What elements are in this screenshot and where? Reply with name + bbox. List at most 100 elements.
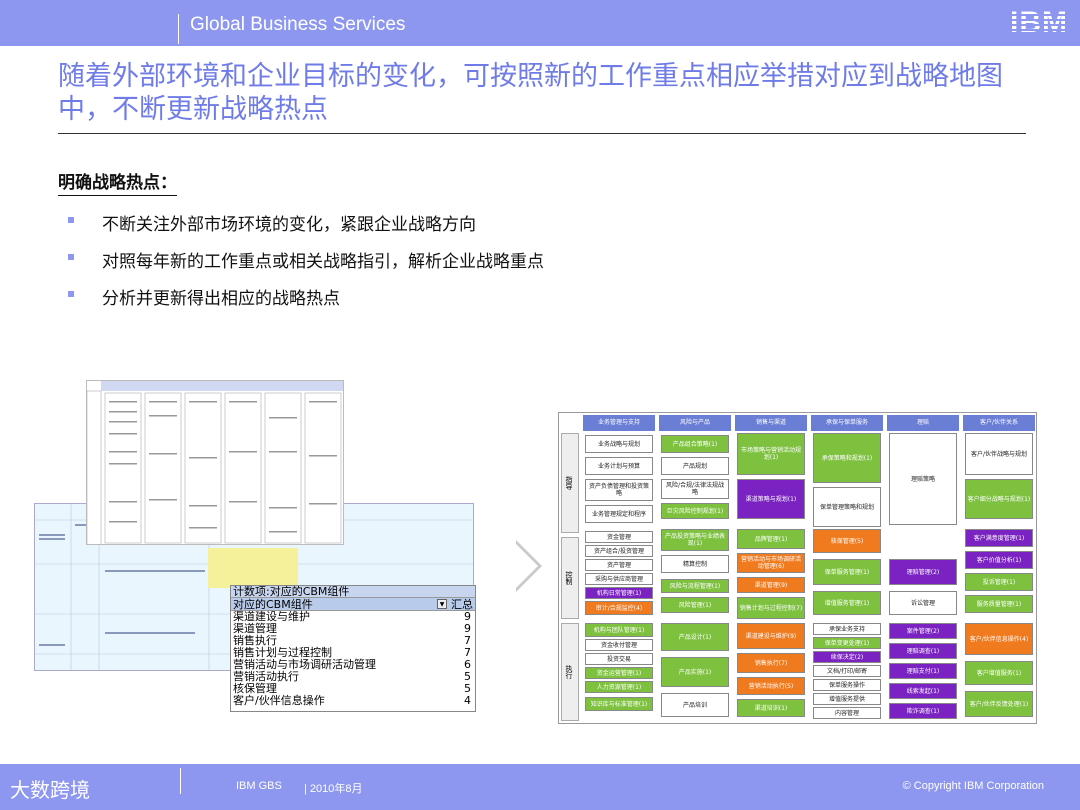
- map-cell: 核保管理(5): [813, 529, 881, 553]
- map-cell: 内容管理: [813, 707, 881, 719]
- map-cell: 产品规划: [661, 457, 729, 475]
- map-cell: 服务质量管理(1): [965, 595, 1033, 613]
- map-cell: 承保业务支持: [813, 623, 881, 635]
- spreadsheet-mini-grid: [87, 381, 343, 544]
- map-cell: 线索发起(1): [889, 683, 957, 699]
- pivot-header: 计数项:对应的CBM组件: [231, 586, 475, 598]
- map-cell: 风险与流程管理(1): [661, 579, 729, 593]
- footer-date: | 2010年8月: [304, 783, 363, 795]
- map-cell: 产品投资策略与业绩表现(1): [661, 529, 729, 551]
- map-cell: 欺诈调查(1): [889, 703, 957, 719]
- map-cell: 保单服务管理(1): [813, 559, 881, 585]
- strategy-map: 业务管理与支持 风险与产品 销售与渠道 承保与保单服务 理赔 客户/伙伴关系指导 控制 执行 业…: [558, 412, 1037, 724]
- footer-gbs: IBM GBS: [236, 780, 282, 792]
- map-cell: 业务管理规定和程序: [585, 505, 653, 523]
- map-cell: 产品设计(1): [661, 623, 729, 651]
- footer-divider: [180, 768, 181, 794]
- map-cell: 营销活动执行(5): [737, 677, 805, 695]
- bullet-item: 对照每年新的工作重点或相关战略指引，解析企业战略重点: [68, 247, 544, 284]
- map-cell: 资产管理: [585, 559, 653, 571]
- bullet-square-icon: [68, 291, 74, 297]
- pivot-table: 计数项:对应的CBM组件 对应的CBM组件 ▼ 汇总 渠道建设与维护 9 渠道管理…: [230, 585, 476, 712]
- map-cell: 保单管理策略和规划: [813, 487, 881, 527]
- map-cell: 风险管理(1): [661, 597, 729, 613]
- bullet-square-icon: [68, 217, 74, 223]
- map-row-label: 指导: [561, 433, 579, 533]
- map-cell: 增值服务提供: [813, 693, 881, 705]
- section-subhead: 明确战略热点：: [58, 168, 177, 196]
- map-cell: 客户/伙伴信息操作(4): [965, 623, 1033, 655]
- map-column-header: 理赔: [887, 415, 959, 431]
- map-cell: 审计/合规监控(4): [585, 601, 653, 615]
- bullet-item: 分析并更新得出相应的战略热点: [68, 284, 544, 321]
- map-column-header: 风险与产品: [659, 415, 731, 431]
- map-cell: 客户/伙伴反馈处理(1): [965, 691, 1033, 717]
- map-cell: 营销活动与市场调研活动管理(6): [737, 553, 805, 573]
- footer-bar: 大数跨境 IBM GBS | 2010年8月 © Copyright IBM C…: [0, 764, 1080, 810]
- map-cell: 资金收付管理: [585, 639, 653, 651]
- map-row-label: 控制: [561, 537, 579, 619]
- map-cell: 渠道策略与规划(1): [737, 479, 805, 519]
- map-cell: 业务计划与预算: [585, 457, 653, 475]
- map-cell: 理赔调查(1): [889, 643, 957, 659]
- map-cell: 机构与团队管理(1): [585, 623, 653, 637]
- brand-logo: 大数跨境: [10, 778, 90, 802]
- map-column-header: 业务管理与支持: [583, 415, 655, 431]
- chevron-right-icon-inner: [512, 540, 538, 592]
- map-cell: 理赔管理(2): [889, 559, 957, 585]
- pivot-row: 客户/伙伴信息操作 4: [233, 694, 471, 707]
- map-cell: 文档/打印/邮寄: [813, 665, 881, 677]
- map-cell: 人力资源管理(1): [585, 681, 653, 693]
- map-cell: 销售计划与过程控制(7): [737, 597, 805, 619]
- map-cell: 知识库与标准管理(1): [585, 697, 653, 711]
- map-cell: 巨灾风险控制规划(1): [661, 503, 729, 519]
- map-cell: 产品实施(1): [661, 657, 729, 687]
- map-cell: 客户满意度管理(1): [965, 529, 1033, 547]
- map-column-header: 承保与保单服务: [811, 415, 883, 431]
- map-cell: 渠道建设与维护(9): [737, 623, 805, 649]
- map-cell: 续保决定(2): [813, 651, 881, 663]
- map-cell: 客户增值服务(1): [965, 661, 1033, 685]
- map-cell: 机构日常管理(1): [585, 587, 653, 599]
- map-cell: 风险/合规/法律法规战略: [661, 479, 729, 499]
- map-cell: 投诉管理(1): [965, 573, 1033, 591]
- map-cell: 客户价值分析(1): [965, 551, 1033, 569]
- map-cell: 业务战略与规划: [585, 435, 653, 453]
- map-cell: 案件管理(2): [889, 623, 957, 639]
- map-cell: 产品培训: [661, 693, 729, 717]
- map-cell: 诉讼管理: [889, 591, 957, 615]
- header-bar: Global Business Services IBM: [0, 0, 1080, 46]
- map-cell: 理赔策略: [889, 433, 957, 525]
- slide-headline: 随着外部环境和企业目标的变化，可按照新的工作重点相应举措对应到战略地图中，不断更…: [58, 61, 1003, 125]
- map-cell: 渠道管理(9): [737, 577, 805, 593]
- headline-rule: [58, 133, 1026, 134]
- ibm-logo: IBM: [1010, 6, 1068, 39]
- map-cell: 客户细分战略与规划(1): [965, 479, 1033, 519]
- header-divider: [178, 14, 179, 44]
- header-title: Global Business Services: [190, 14, 406, 35]
- map-cell: 保单变更处理(1): [813, 637, 881, 649]
- dropdown-arrow-icon[interactable]: ▼: [437, 599, 447, 609]
- map-cell: 保单服务操作: [813, 679, 881, 691]
- map-column-header: 销售与渠道: [735, 415, 807, 431]
- map-cell: 品牌管理(1): [737, 529, 805, 549]
- bullet-item: 不断关注外部市场环境的变化，紧跟企业战略方向: [68, 210, 544, 247]
- map-cell: 理赔支付(1): [889, 663, 957, 679]
- highlighted-cells: [208, 548, 298, 588]
- map-cell: 资金运营管理(1): [585, 667, 653, 679]
- map-cell: 承保策略和规划(1): [813, 433, 881, 483]
- map-cell: 投资交易: [585, 653, 653, 665]
- map-cell: 客户/伙伴战略与规划: [965, 433, 1033, 475]
- map-cell: 资产组合/投资管理: [585, 545, 653, 557]
- map-column-header: 客户/伙伴关系: [963, 415, 1035, 431]
- footer-copyright: © Copyright IBM Corporation: [902, 780, 1044, 792]
- map-row-label: 执行: [561, 623, 579, 721]
- map-cell: 销售执行(7): [737, 653, 805, 673]
- map-cell: 增值服务管理(1): [813, 591, 881, 615]
- map-cell: 精算控制: [661, 555, 729, 573]
- map-cell: 产品组合策略(1): [661, 435, 729, 453]
- map-cell: 采购与供应商管理: [585, 573, 653, 585]
- map-cell: 资金管理: [585, 531, 653, 543]
- bullet-list: 不断关注外部市场环境的变化，紧跟企业战略方向 对照每年新的工作重点或相关战略指引…: [68, 210, 544, 321]
- map-cell: 渠道培训(1): [737, 699, 805, 717]
